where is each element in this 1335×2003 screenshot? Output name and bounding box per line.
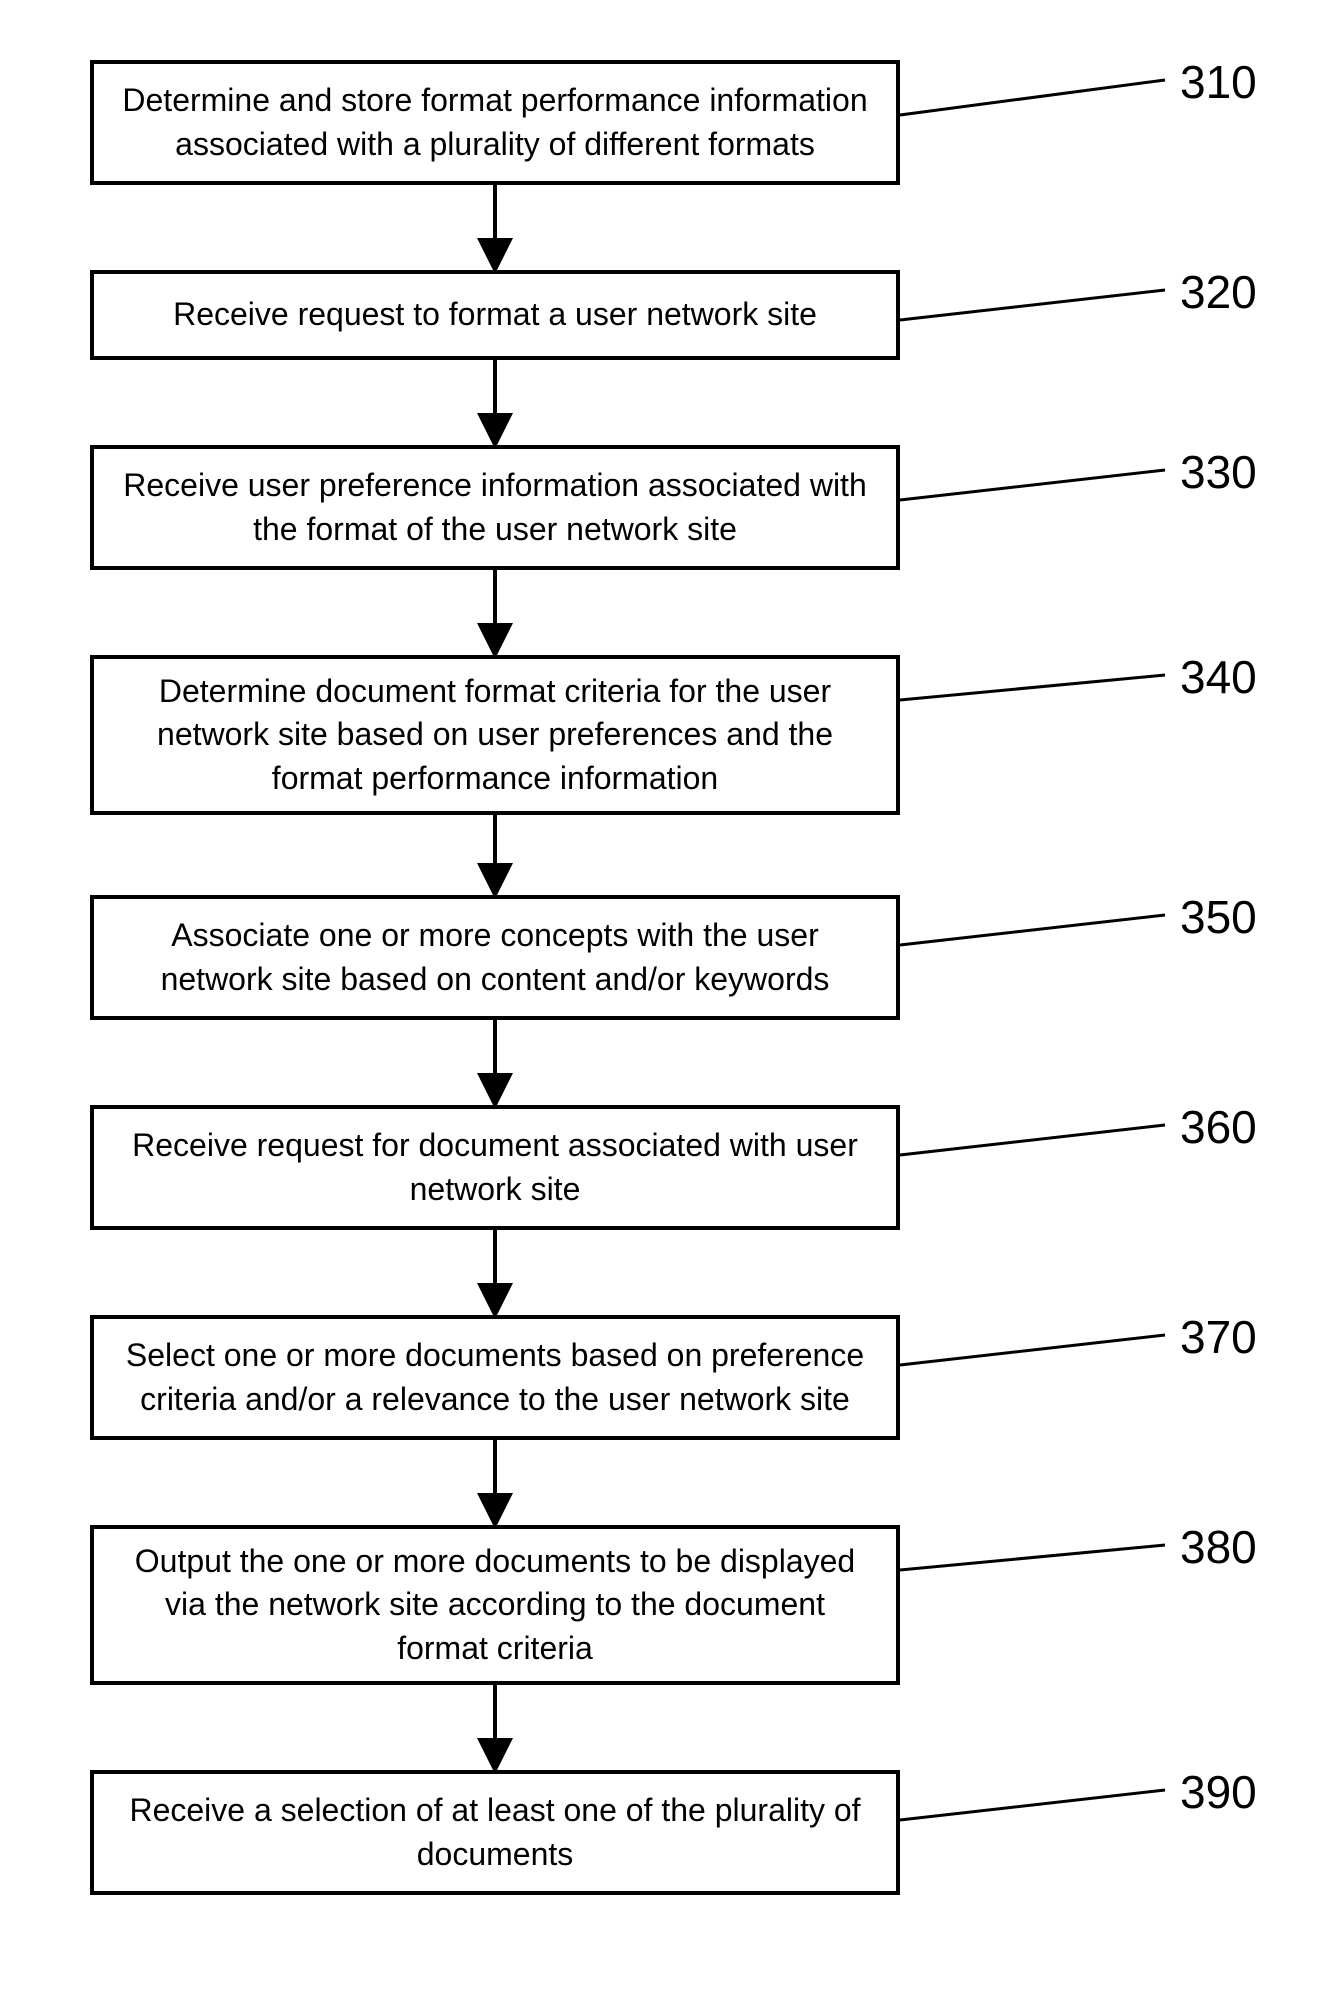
step-ref-360: 360 [1180, 1100, 1257, 1154]
step-box-350: Associate one or more concepts with the … [90, 895, 900, 1020]
step-text: Determine document format criteria for t… [122, 670, 868, 800]
step-text: Receive request for document associated … [122, 1124, 868, 1210]
step-text: Receive request to format a user network… [173, 293, 817, 336]
step-box-340: Determine document format criteria for t… [90, 655, 900, 815]
step-box-320: Receive request to format a user network… [90, 270, 900, 360]
step-ref-320: 320 [1180, 265, 1257, 319]
step-text: Select one or more documents based on pr… [122, 1334, 868, 1420]
step-text: Receive a selection of at least one of t… [122, 1789, 868, 1875]
step-ref-340: 340 [1180, 650, 1257, 704]
step-ref-370: 370 [1180, 1310, 1257, 1364]
step-ref-330: 330 [1180, 445, 1257, 499]
step-text: Output the one or more documents to be d… [122, 1540, 868, 1670]
step-ref-310: 310 [1180, 55, 1257, 109]
step-box-370: Select one or more documents based on pr… [90, 1315, 900, 1440]
step-box-310: Determine and store format performance i… [90, 60, 900, 185]
step-box-390: Receive a selection of at least one of t… [90, 1770, 900, 1895]
step-text: Determine and store format performance i… [122, 79, 868, 165]
step-box-360: Receive request for document associated … [90, 1105, 900, 1230]
step-box-330: Receive user preference information asso… [90, 445, 900, 570]
step-ref-380: 380 [1180, 1520, 1257, 1574]
step-text: Receive user preference information asso… [122, 464, 868, 550]
step-ref-350: 350 [1180, 890, 1257, 944]
step-box-380: Output the one or more documents to be d… [90, 1525, 900, 1685]
step-text: Associate one or more concepts with the … [122, 914, 868, 1000]
flowchart-canvas: Determine and store format performance i… [0, 0, 1335, 2003]
step-ref-390: 390 [1180, 1765, 1257, 1819]
